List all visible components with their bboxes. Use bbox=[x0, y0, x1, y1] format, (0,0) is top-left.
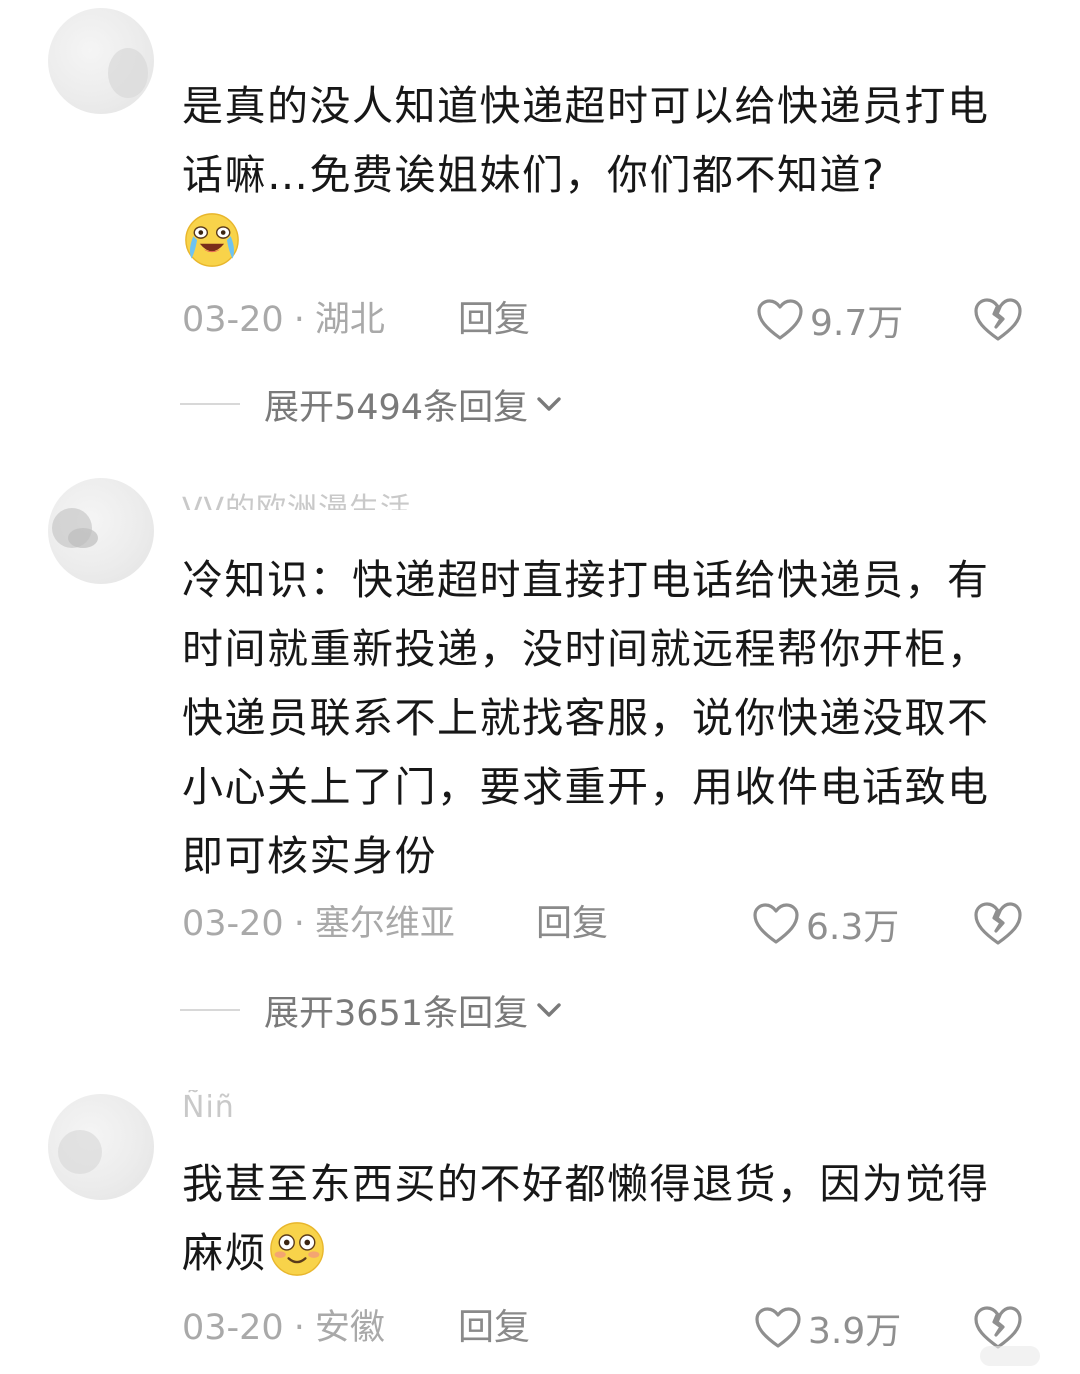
comment-location: 塞尔维亚 bbox=[314, 904, 455, 944]
flushed-smile-emoji bbox=[270, 1222, 324, 1276]
comment-date: 03-20 bbox=[182, 1308, 284, 1348]
broken-heart-icon[interactable] bbox=[972, 296, 1024, 344]
heart-outline-icon bbox=[757, 299, 803, 340]
avatar[interactable] bbox=[48, 478, 154, 584]
comment-text: 是真的没人知道快递超时可以给快递员打电话嘛…免费诶姐妹们，你们都不知道? bbox=[182, 72, 1002, 279]
divider-line bbox=[180, 403, 240, 405]
heart-outline-icon bbox=[755, 1307, 801, 1348]
comment-username[interactable]: VV的欧洲漫生活 bbox=[182, 484, 411, 510]
chevron-down-icon bbox=[537, 1003, 561, 1017]
expand-replies-button[interactable]: 展开5494条回复 bbox=[180, 380, 564, 428]
crying-laughing-emoji bbox=[185, 213, 239, 267]
expand-replies-label: 展开3651条回复 bbox=[264, 993, 529, 1034]
comment-date: 03-20 bbox=[182, 904, 284, 944]
avatar[interactable] bbox=[48, 1094, 154, 1200]
like-button[interactable]: 6.3万 bbox=[752, 900, 899, 948]
like-count: 3.9万 bbox=[808, 1311, 902, 1352]
reply-button[interactable]: 回复 bbox=[536, 900, 608, 948]
avatar[interactable] bbox=[48, 8, 154, 114]
like-button[interactable]: 3.9万 bbox=[754, 1304, 901, 1352]
divider-line bbox=[180, 1009, 240, 1011]
comment-text-content: 是真的没人知道快递超时可以给快递员打电话嘛…免费诶姐妹们，你们都不知道? bbox=[182, 82, 990, 199]
comment-username[interactable]: Ñiñ bbox=[182, 1090, 235, 1125]
comment-meta: 03-20 · 塞尔维亚 bbox=[182, 900, 455, 948]
comment-date: 03-20 bbox=[182, 300, 284, 340]
expand-replies-button[interactable]: 展开3651条回复 bbox=[180, 986, 564, 1034]
comment-text: 我甚至东西买的不好都懒得退货，因为觉得麻烦 bbox=[182, 1150, 1002, 1288]
reply-button[interactable]: 回复 bbox=[458, 296, 530, 344]
meta-separator: · bbox=[293, 300, 305, 340]
broken-heart-icon[interactable] bbox=[972, 1304, 1024, 1352]
like-button[interactable]: 9.7万 bbox=[756, 296, 903, 344]
meta-separator: · bbox=[293, 904, 305, 944]
chevron-down-icon bbox=[537, 397, 561, 411]
comment-location: 安徽 bbox=[314, 1308, 385, 1348]
meta-separator: · bbox=[293, 1308, 305, 1348]
expand-replies-label: 展开5494条回复 bbox=[264, 387, 529, 428]
comment-meta: 03-20 · 安徽 bbox=[182, 1304, 385, 1352]
comment-location: 湖北 bbox=[314, 300, 385, 340]
reply-button[interactable]: 回复 bbox=[458, 1304, 530, 1352]
watermark bbox=[980, 1346, 1040, 1366]
broken-heart-icon[interactable] bbox=[972, 900, 1024, 948]
comment-meta: 03-20 · 湖北 bbox=[182, 296, 385, 344]
like-count: 9.7万 bbox=[810, 303, 904, 344]
comment-text-content: 冷知识：快递超时直接打电话给快递员，有时间就重新投递，没时间就远程帮你开柜，快递… bbox=[182, 556, 990, 880]
heart-outline-icon bbox=[753, 903, 799, 944]
comment-text: 冷知识：快递超时直接打电话给快递员，有时间就重新投递，没时间就远程帮你开柜，快递… bbox=[182, 546, 1002, 891]
like-count: 6.3万 bbox=[806, 907, 900, 948]
